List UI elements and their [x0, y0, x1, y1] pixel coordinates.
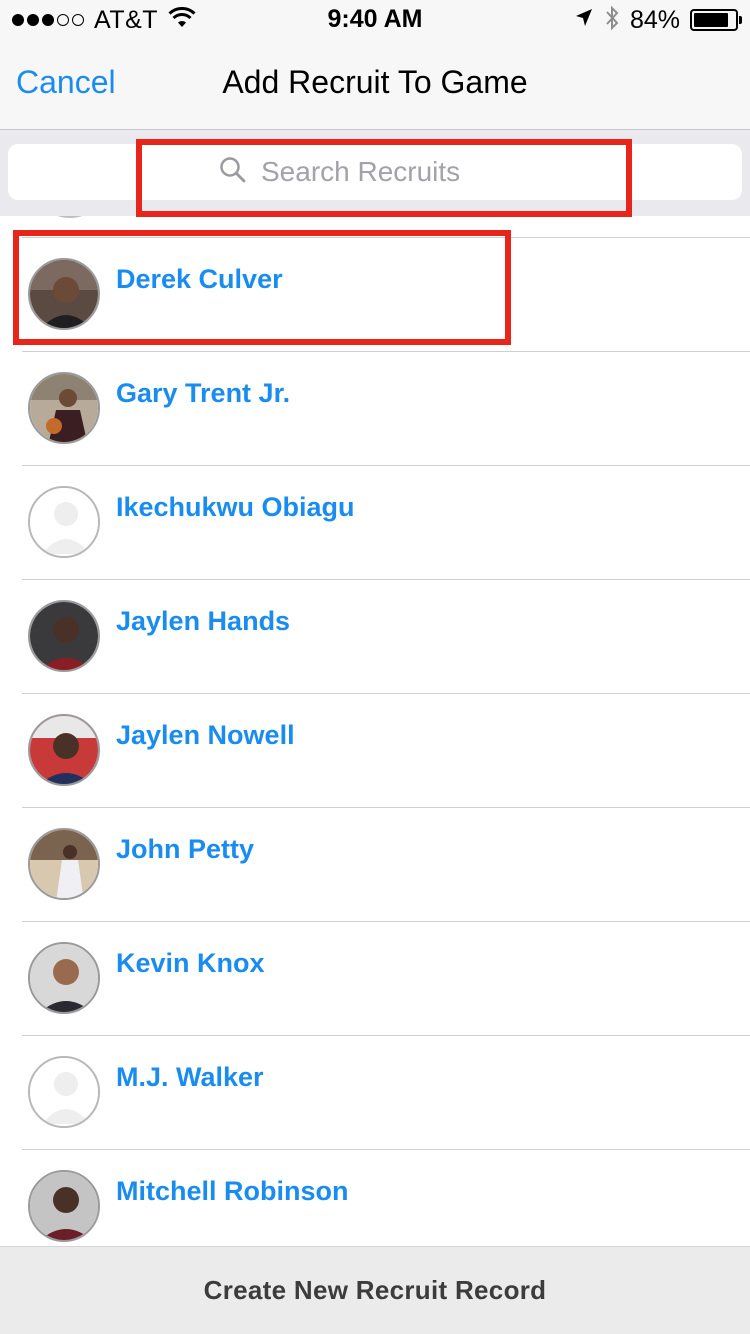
list-item[interactable]: Ikechukwu Obiagu: [22, 466, 750, 580]
recruit-name: Jaylen Nowell: [116, 720, 295, 750]
avatar: [28, 600, 100, 672]
search-input[interactable]: [261, 156, 481, 188]
recruit-name: Ikechukwu Obiagu: [116, 492, 355, 522]
avatar: [28, 372, 100, 444]
nav-bar: Cancel Add Recruit To Game: [0, 40, 750, 130]
bluetooth-icon: [604, 5, 620, 36]
recruit-name: Mitchell Robinson: [116, 1176, 349, 1206]
search-field[interactable]: [8, 144, 742, 200]
list-item[interactable]: M.J. Walker: [22, 1036, 750, 1150]
avatar-placeholder: [28, 1056, 100, 1128]
status-right: 84%: [574, 5, 742, 36]
search-bar: [0, 130, 750, 216]
recruit-name: Derek Culver: [116, 264, 283, 294]
create-recruit-button[interactable]: Create New Recruit Record: [0, 1246, 750, 1334]
page-title: Add Recruit To Game: [222, 64, 528, 100]
avatar: [34, 216, 106, 218]
list-item[interactable]: Kevin Knox: [22, 922, 750, 1036]
list-item[interactable]: Derek Culver: [22, 238, 750, 352]
list-item[interactable]: Jaylen Hands: [22, 580, 750, 694]
screen: AT&T 9:40 AM 84% Cancel Add Recruit To G…: [0, 0, 750, 1334]
battery-icon: [690, 9, 742, 31]
avatar: [28, 714, 100, 786]
battery-fill: [694, 13, 728, 27]
list-item[interactable]: Jaylen Nowell: [22, 694, 750, 808]
avatar: [28, 258, 100, 330]
list-item-partial: [22, 216, 750, 238]
list-item[interactable]: John Petty: [22, 808, 750, 922]
search-icon: [219, 156, 247, 189]
recruit-list[interactable]: Derek Culver Gary Trent Jr. Ikechukwu Ob…: [0, 216, 750, 1246]
recruit-name: Jaylen Hands: [116, 606, 291, 636]
list-item[interactable]: Mitchell Robinson: [22, 1150, 750, 1246]
recruit-name: M.J. Walker: [116, 1062, 264, 1092]
status-bar: AT&T 9:40 AM 84%: [0, 0, 750, 40]
avatar: [28, 1170, 100, 1242]
avatar-placeholder: [28, 486, 100, 558]
battery-percent: 84%: [629, 5, 680, 34]
avatar: [28, 828, 100, 900]
create-recruit-label: Create New Recruit Record: [203, 1275, 547, 1305]
avatar: [28, 942, 100, 1014]
list-item[interactable]: Gary Trent Jr.: [22, 352, 750, 466]
recruit-name: John Petty: [116, 834, 255, 864]
recruit-name: Gary Trent Jr.: [116, 378, 291, 408]
recruit-name: Kevin Knox: [116, 948, 265, 978]
location-arrow-icon: [574, 7, 594, 34]
